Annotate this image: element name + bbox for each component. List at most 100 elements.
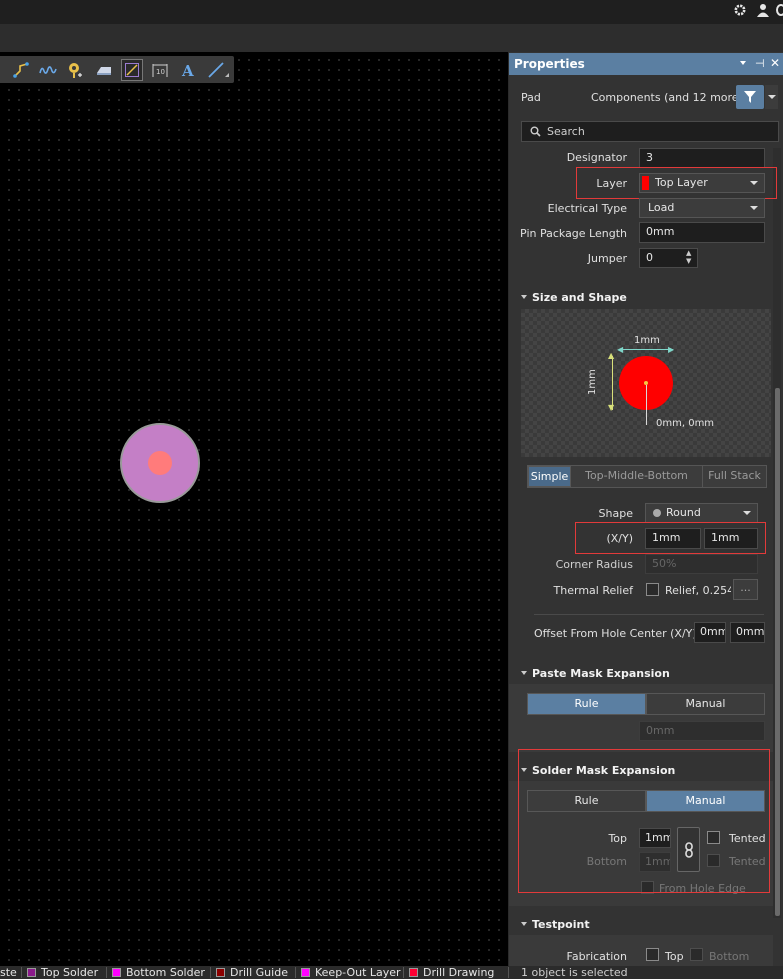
place-line-icon[interactable] — [205, 59, 227, 81]
chevron-down-icon — [743, 511, 751, 515]
search-input[interactable]: Search — [521, 121, 779, 142]
jumper-label: Jumper — [587, 252, 627, 265]
thermal-relief-label: Thermal Relief — [553, 584, 633, 597]
collapse-icon — [521, 671, 527, 675]
tab-simple[interactable]: Simple — [528, 466, 571, 487]
electrical-type-label: Electrical Type — [547, 202, 627, 215]
place-via-icon[interactable] — [64, 59, 86, 81]
offset-label: Offset From Hole Center (X/Y) — [534, 627, 697, 640]
electrical-type-value: Load — [648, 201, 675, 214]
place-region-icon[interactable] — [121, 59, 143, 81]
layer-tab-drill-guide[interactable]: Drill Guide — [216, 967, 288, 978]
toolbar-dropdown-icon[interactable] — [225, 73, 229, 77]
dim-x-line — [619, 349, 673, 350]
divider — [106, 967, 107, 978]
round-shape-icon — [653, 509, 661, 517]
dim-y-label: 1mm — [587, 369, 598, 395]
layer-color-swatch — [27, 968, 36, 977]
dim-arrow-right-icon: ▶ — [668, 345, 675, 354]
paste-mask-title: Paste Mask Expansion — [532, 667, 670, 680]
place-fill-icon[interactable] — [93, 59, 115, 81]
testpoint-title: Testpoint — [532, 918, 590, 931]
pad-preview: ◀ ▶ 1mm ▲ ▼ 1mm 0mm, 0mm — [521, 309, 771, 457]
thermal-relief-more-button[interactable]: ... — [733, 579, 758, 600]
size-shape-title: Size and Shape — [532, 291, 627, 304]
layer-tab[interactable]: ste — [0, 967, 17, 978]
filter-button[interactable] — [736, 85, 764, 109]
offset-x-field[interactable]: 0mm — [694, 622, 726, 643]
place-dimension-icon[interactable]: 10 — [149, 59, 171, 81]
layer-tab-keep-out[interactable]: Keep-Out Layer — [301, 967, 401, 978]
dim-arrow-left-icon: ◀ — [617, 345, 624, 354]
pin-package-length-field[interactable]: 0mm — [639, 222, 765, 243]
place-string-icon[interactable]: A — [177, 59, 199, 81]
route-icon[interactable] — [10, 59, 32, 81]
dim-y-line — [612, 356, 613, 410]
filter-summary[interactable]: Components (and 12 more) — [591, 91, 743, 104]
object-kind-label: Pad — [521, 91, 541, 104]
origin-leader-line — [646, 385, 647, 425]
layer-tab-drill-drawing[interactable]: Drill Drawing — [409, 967, 494, 978]
help-icon[interactable] — [776, 4, 783, 16]
layer-tab-label: Drill Guide — [230, 966, 288, 979]
user-icon[interactable] — [757, 3, 769, 17]
layer-tab-bottom-solder[interactable]: Bottom Solder — [112, 967, 205, 978]
divider — [403, 967, 404, 978]
corner-radius-label: Corner Radius — [555, 558, 633, 571]
tab-top-middle-bottom[interactable]: Top-Middle-Bottom — [571, 466, 702, 487]
dim-arrow-down-icon: ▼ — [608, 403, 615, 412]
collapse-icon — [521, 922, 527, 926]
paste-mask-value-field: 0mm — [639, 721, 765, 741]
filter-icon — [744, 91, 756, 103]
panel-menu-icon[interactable] — [740, 61, 746, 65]
scrollbar-thumb[interactable] — [775, 388, 780, 916]
collapse-icon — [521, 295, 527, 299]
status-text: 1 object is selected — [521, 966, 628, 979]
shape-dropdown[interactable]: Round — [645, 503, 758, 523]
panel-title: Properties — [514, 57, 585, 71]
tab-full-stack[interactable]: Full Stack — [702, 466, 766, 487]
layer-color-swatch — [301, 968, 310, 977]
layer-color-swatch — [112, 968, 121, 977]
layer-tab-label: Keep-Out Layer — [315, 966, 401, 979]
filter-dropdown[interactable] — [765, 85, 778, 109]
close-icon[interactable]: ✕ — [770, 56, 780, 70]
divider — [21, 967, 22, 978]
designator-field[interactable]: 3 — [639, 148, 765, 168]
divider — [534, 614, 764, 615]
divider — [508, 967, 509, 978]
offset-y-field[interactable]: 0mm — [730, 622, 765, 643]
interactive-length-tuning-icon[interactable] — [37, 59, 59, 81]
jumper-value: 0 — [646, 251, 653, 264]
layer-tab-top-solder[interactable]: Top Solder — [27, 967, 98, 978]
testpoint-section-header[interactable]: Testpoint — [521, 918, 590, 931]
fabrication-top-checkbox[interactable] — [646, 948, 659, 961]
layer-tab-label: ste — [0, 966, 17, 979]
pad-hole — [148, 451, 172, 475]
layer-color-swatch — [409, 968, 418, 977]
chevron-down-icon — [750, 206, 758, 210]
corner-radius-field: 50% — [645, 554, 758, 574]
paste-mask-rule-button[interactable]: Rule — [527, 693, 646, 715]
pin-icon[interactable]: ⊣ — [755, 57, 765, 70]
size-shape-section-header[interactable]: Size and Shape — [521, 291, 627, 304]
divider — [295, 967, 296, 978]
stepper-arrows-icon[interactable]: ▲ ▼ — [686, 249, 691, 265]
menu-bar — [0, 24, 783, 52]
pin-package-length-label: Pin Package Length — [520, 227, 627, 240]
thermal-relief-checkbox[interactable] — [646, 583, 659, 596]
highlight-box-layer — [576, 167, 777, 199]
fabrication-label: Fabrication — [566, 950, 627, 963]
thermal-relief-value: Relief, 0.254r — [665, 584, 731, 597]
origin-label: 0mm, 0mm — [656, 418, 715, 429]
highlight-box-size — [575, 522, 766, 554]
gear-icon[interactable] — [733, 3, 747, 17]
pcb-canvas[interactable] — [0, 52, 508, 966]
search-icon — [530, 126, 541, 137]
layer-color-swatch — [216, 968, 225, 977]
paste-mask-manual-button[interactable]: Manual — [646, 693, 765, 715]
electrical-type-dropdown[interactable]: Load — [639, 198, 765, 218]
paste-mask-section-header[interactable]: Paste Mask Expansion — [521, 667, 670, 680]
dim-arrow-up-icon: ▲ — [608, 351, 615, 360]
svg-text:10: 10 — [156, 68, 165, 76]
